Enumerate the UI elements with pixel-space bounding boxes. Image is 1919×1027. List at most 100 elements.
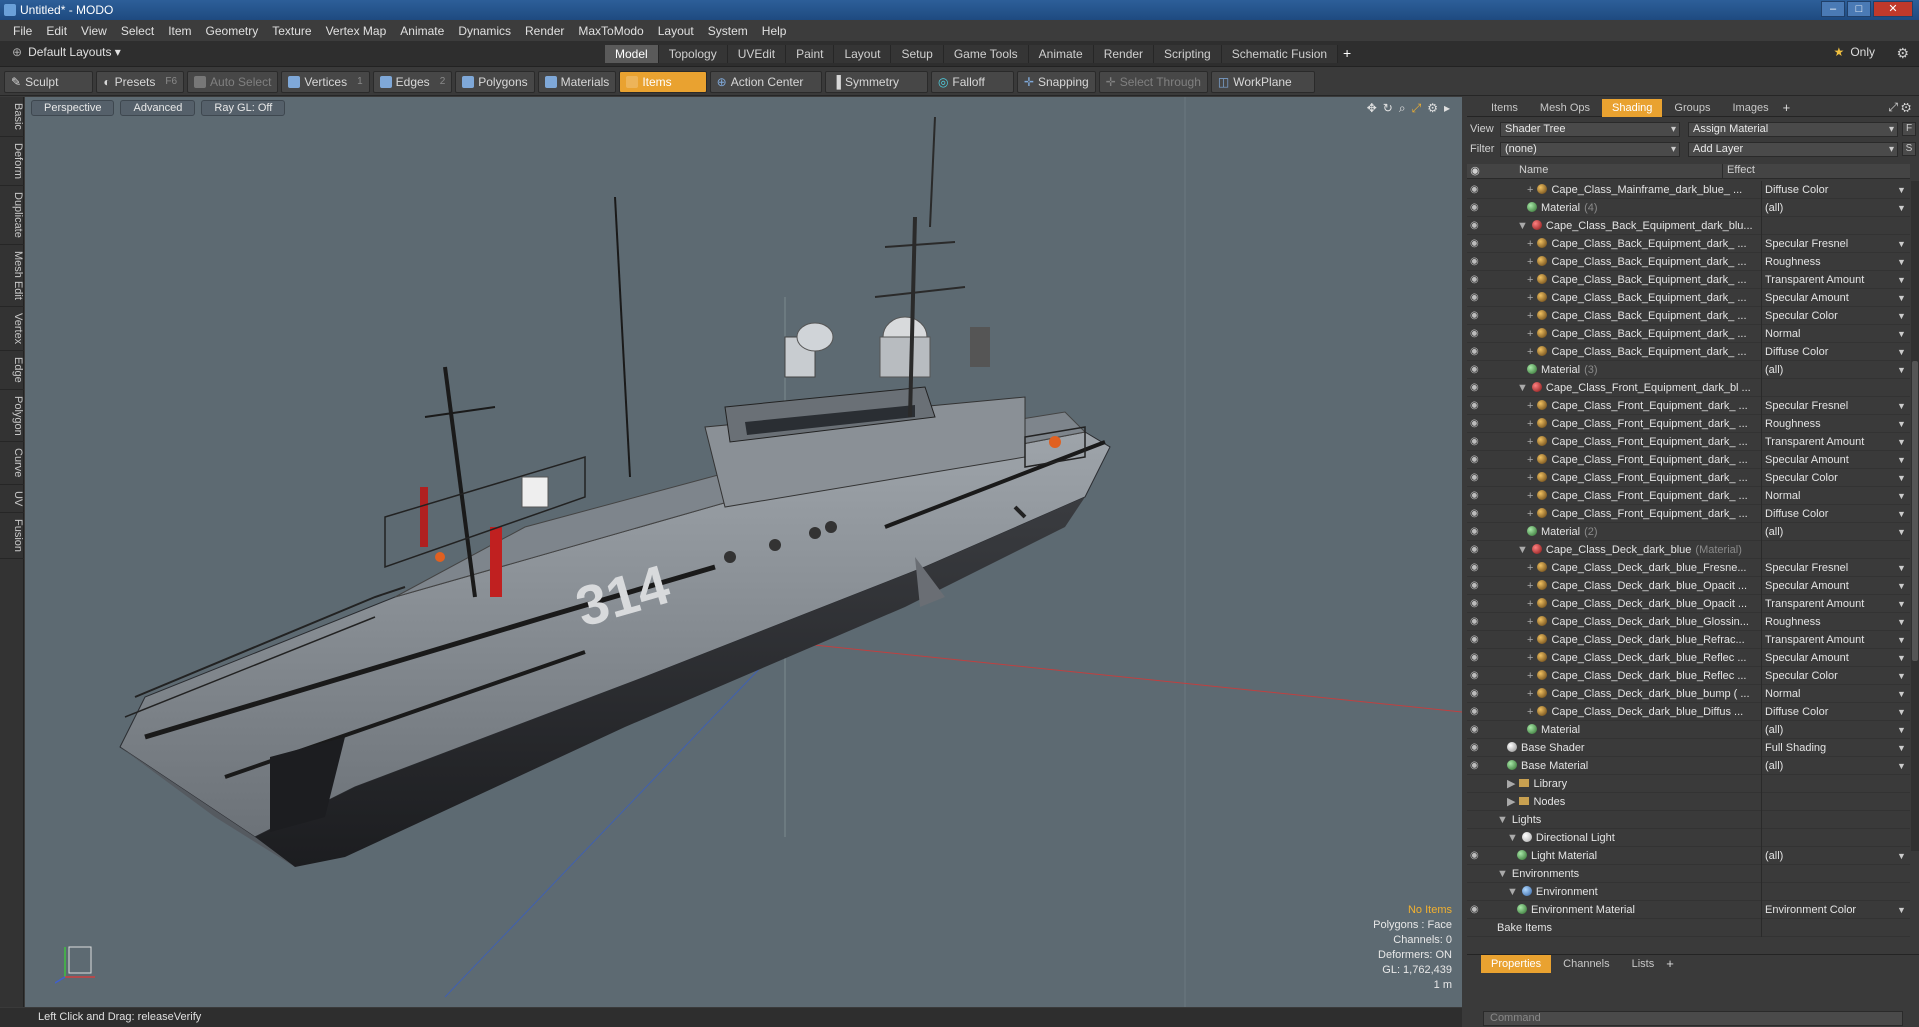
shader-tree-row[interactable]: ◉ + Cape_Class_Back_Equipment_dark_ ... Tra… xyxy=(1467,271,1910,289)
effect-value[interactable]: Normal xyxy=(1765,685,1895,703)
collapsed-arrow-icon[interactable]: ▶ xyxy=(1507,778,1515,790)
shader-tree-row[interactable]: ◉ Material (3) (all) ▼ xyxy=(1467,361,1910,379)
shader-tree-row[interactable]: ◉ ▼ Cape_Class_Deck_dark_blue (Material) xyxy=(1467,541,1910,559)
menu-item-edit[interactable]: Edit xyxy=(39,24,74,38)
effect-dropdown-icon[interactable]: ▼ xyxy=(1897,847,1906,865)
shader-tree-row[interactable]: ▼ Environments xyxy=(1467,865,1910,883)
shader-tree-row[interactable]: ◉ + Cape_Class_Front_Equipment_dark_ ... Sp… xyxy=(1467,451,1910,469)
rotate-view-icon[interactable]: ↻ xyxy=(1383,101,1393,116)
fit-view-icon[interactable]: ⤢ xyxy=(1412,101,1422,116)
expand-plus-icon[interactable]: + xyxy=(1527,580,1533,592)
layout-tab-scripting[interactable]: Scripting xyxy=(1154,45,1222,63)
visibility-eye-icon[interactable]: ◉ xyxy=(1470,469,1484,487)
menu-item-layout[interactable]: Layout xyxy=(651,24,701,38)
menu-item-dynamics[interactable]: Dynamics xyxy=(451,24,518,38)
effect-dropdown-icon[interactable]: ▼ xyxy=(1897,667,1906,685)
assign-material-select[interactable]: Assign Material xyxy=(1688,121,1898,137)
view-type-button[interactable]: Perspective xyxy=(31,100,115,116)
gear-icon[interactable]: ⚙ xyxy=(1896,45,1909,62)
visibility-eye-icon[interactable]: ◉ xyxy=(1470,289,1484,307)
command-input[interactable]: Command xyxy=(1483,1011,1903,1026)
layout-tab-schematic-fusion[interactable]: Schematic Fusion xyxy=(1221,45,1339,63)
shader-tree-row[interactable]: ◉ + Cape_Class_Back_Equipment_dark_ ... Spe… xyxy=(1467,235,1910,253)
effect-value[interactable]: Diffuse Color xyxy=(1765,181,1895,199)
effect-dropdown-icon[interactable]: ▼ xyxy=(1897,181,1906,199)
panel-tab-shading[interactable]: Shading xyxy=(1602,98,1663,117)
maximize-button[interactable]: □ xyxy=(1847,1,1871,17)
palette-tab-uv[interactable]: UV xyxy=(0,485,24,514)
shader-tree-row[interactable]: ◉ + Cape_Class_Deck_dark_blue_Diffus ... Di… xyxy=(1467,703,1910,721)
add-layer-select[interactable]: Add Layer xyxy=(1688,141,1898,157)
shader-tree-row[interactable]: ◉ + Cape_Class_Deck_dark_blue_Fresne... Spe… xyxy=(1467,559,1910,577)
visibility-eye-icon[interactable]: ◉ xyxy=(1470,649,1484,667)
expand-plus-icon[interactable]: + xyxy=(1527,418,1533,430)
menu-item-system[interactable]: System xyxy=(701,24,755,38)
visibility-eye-icon[interactable]: ◉ xyxy=(1470,433,1484,451)
shader-tree-row[interactable]: ◉ + Cape_Class_Back_Equipment_dark_ ... Spe… xyxy=(1467,289,1910,307)
effect-dropdown-icon[interactable]: ▼ xyxy=(1897,685,1906,703)
raygl-button[interactable]: Ray GL: Off xyxy=(201,100,286,116)
effect-value[interactable]: (all) xyxy=(1765,847,1895,865)
expand-plus-icon[interactable]: + xyxy=(1527,490,1533,502)
layout-tab-uvedit[interactable]: UVEdit xyxy=(727,45,787,63)
effect-dropdown-icon[interactable]: ▼ xyxy=(1897,325,1906,343)
shader-tree-row[interactable]: ◉ + Cape_Class_Back_Equipment_dark_ ... Rou… xyxy=(1467,253,1910,271)
panel-expand-icon[interactable]: ⤢ ⚙ xyxy=(1888,100,1911,115)
shader-tree-row[interactable]: ◉ + Cape_Class_Back_Equipment_dark_ ... Spe… xyxy=(1467,307,1910,325)
shader-tree-row[interactable]: ◉ + Cape_Class_Front_Equipment_dark_ ... Tr… xyxy=(1467,433,1910,451)
visibility-eye-icon[interactable]: ◉ xyxy=(1470,451,1484,469)
move-view-icon[interactable]: ✥ xyxy=(1367,101,1377,116)
visibility-eye-icon[interactable]: ◉ xyxy=(1470,901,1484,919)
shader-tree-row[interactable]: ◉ ▼ Cape_Class_Back_Equipment_dark_blu... xyxy=(1467,217,1910,235)
effect-dropdown-icon[interactable]: ▼ xyxy=(1897,721,1906,739)
auto-select-button[interactable]: Auto Select xyxy=(187,70,279,93)
effect-dropdown-icon[interactable]: ▼ xyxy=(1897,253,1906,271)
visibility-eye-icon[interactable]: ◉ xyxy=(1470,541,1484,559)
shader-tree-row[interactable]: ◉ Environment Material Environment Color ▼ xyxy=(1467,901,1910,919)
shader-tree-row[interactable]: ◉ + Cape_Class_Back_Equipment_dark_ ... Nor… xyxy=(1467,325,1910,343)
shader-tree-row[interactable]: ◉ + Cape_Class_Deck_dark_blue_Reflec ... Sp… xyxy=(1467,667,1910,685)
effect-dropdown-icon[interactable]: ▼ xyxy=(1897,505,1906,523)
visibility-eye-icon[interactable]: ◉ xyxy=(1470,199,1484,217)
shader-tree-row[interactable]: ◉ + Cape_Class_Mainframe_dark_blue_ ... Dif… xyxy=(1467,181,1910,199)
shader-tree-row[interactable]: ◉ Base Shader Full Shading ▼ xyxy=(1467,739,1910,757)
visibility-eye-icon[interactable]: ◉ xyxy=(1470,631,1484,649)
presets-button[interactable]: ◐ Presets F6 xyxy=(96,70,185,93)
effect-value[interactable]: Full Shading xyxy=(1765,739,1895,757)
shader-tree-row[interactable]: ▼ Directional Light xyxy=(1467,829,1910,847)
expand-plus-icon[interactable]: + xyxy=(1527,688,1533,700)
expand-plus-icon[interactable]: + xyxy=(1527,238,1533,250)
expanded-arrow-icon[interactable]: ▼ xyxy=(1497,868,1508,880)
effect-dropdown-icon[interactable]: ▼ xyxy=(1897,901,1906,919)
effect-value[interactable]: Transparent Amount xyxy=(1765,631,1895,649)
expand-plus-icon[interactable]: + xyxy=(1527,292,1533,304)
effect-dropdown-icon[interactable]: ▼ xyxy=(1897,343,1906,361)
effect-value[interactable]: Specular Fresnel xyxy=(1765,235,1895,253)
visibility-eye-icon[interactable]: ◉ xyxy=(1470,235,1484,253)
shader-tree-row[interactable]: ▼ Environment xyxy=(1467,883,1910,901)
visibility-eye-icon[interactable]: ◉ xyxy=(1470,217,1484,235)
effect-dropdown-icon[interactable]: ▼ xyxy=(1897,415,1906,433)
shader-tree-row[interactable]: ◉ + Cape_Class_Front_Equipment_dark_ ... Di… xyxy=(1467,505,1910,523)
effect-dropdown-icon[interactable]: ▼ xyxy=(1897,487,1906,505)
effect-dropdown-icon[interactable]: ▼ xyxy=(1897,595,1906,613)
shader-tree-row[interactable]: ◉ + Cape_Class_Deck_dark_blue_Opacit ... Sp… xyxy=(1467,577,1910,595)
shader-tree-row[interactable]: ◉ + Cape_Class_Front_Equipment_dark_ ... Ro… xyxy=(1467,415,1910,433)
panel-tab-mesh-ops[interactable]: Mesh Ops xyxy=(1530,99,1600,117)
expand-plus-icon[interactable]: + xyxy=(1527,670,1533,682)
menu-item-maxtomodo[interactable]: MaxToModo xyxy=(571,24,650,38)
layout-tab-setup[interactable]: Setup xyxy=(891,45,944,63)
visibility-eye-icon[interactable]: ◉ xyxy=(1470,523,1484,541)
shader-tree-row[interactable]: ◉ Light Material (all) ▼ xyxy=(1467,847,1910,865)
visibility-eye-icon[interactable]: ◉ xyxy=(1470,361,1484,379)
effect-value[interactable]: Specular Color xyxy=(1765,469,1895,487)
effect-dropdown-icon[interactable]: ▼ xyxy=(1897,649,1906,667)
effect-value[interactable]: Transparent Amount xyxy=(1765,595,1895,613)
expand-plus-icon[interactable]: + xyxy=(1527,562,1533,574)
shader-tree-row[interactable]: ◉ Base Material (all) ▼ xyxy=(1467,757,1910,775)
layout-tab-animate[interactable]: Animate xyxy=(1028,45,1094,63)
expand-plus-icon[interactable]: + xyxy=(1527,310,1533,322)
effect-value[interactable]: Specular Color xyxy=(1765,667,1895,685)
effect-dropdown-icon[interactable]: ▼ xyxy=(1897,397,1906,415)
zoom-view-icon[interactable]: ⌕ xyxy=(1399,101,1406,116)
